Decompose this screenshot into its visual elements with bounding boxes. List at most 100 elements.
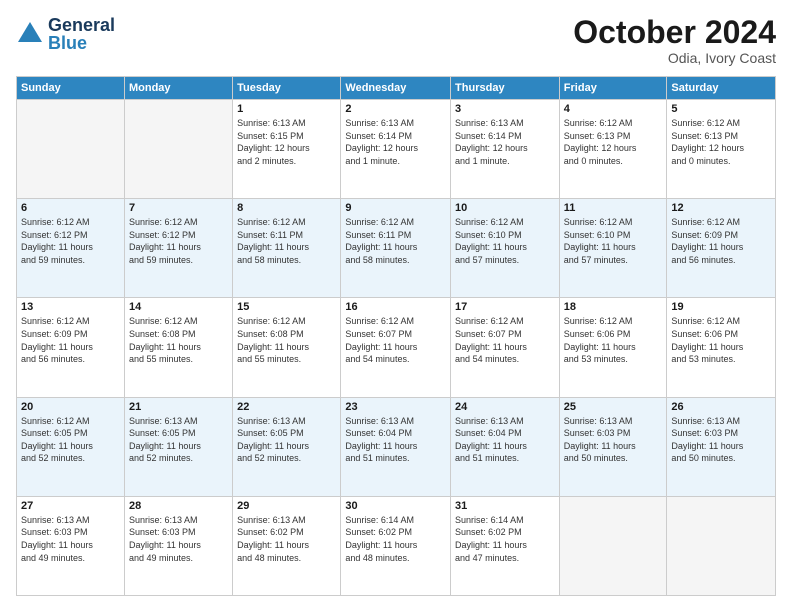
calendar-cell: 11Sunrise: 6:12 AM Sunset: 6:10 PM Dayli… bbox=[559, 199, 667, 298]
calendar-cell: 24Sunrise: 6:13 AM Sunset: 6:04 PM Dayli… bbox=[451, 397, 560, 496]
calendar-week-3: 13 Sunrise: 6:12 AM Sunset: 6:09 PM Dayli… bbox=[17, 298, 776, 397]
logo: General Blue bbox=[16, 16, 115, 53]
day-number: 18 bbox=[564, 301, 663, 313]
day-info: Sunrise: 6:12 AM Sunset: 6:07 PM Dayligh… bbox=[455, 315, 555, 365]
day-number: 23 bbox=[345, 401, 446, 413]
day-number: 20 bbox=[21, 401, 120, 413]
day-info: Sunrise: 6:12 AM Sunset: 6:12 PM Dayligh… bbox=[129, 216, 228, 266]
day-number: 10 bbox=[455, 202, 555, 214]
col-sunday: Sunday bbox=[17, 77, 125, 100]
day-info: Sunrise: 6:12 AM Sunset: 6:08 PM Dayligh… bbox=[237, 315, 336, 365]
day-number: 1 bbox=[237, 103, 336, 115]
calendar-table: Sunday Monday Tuesday Wednesday Thursday… bbox=[16, 76, 776, 596]
logo-general-label: General bbox=[48, 16, 115, 34]
calendar-cell: 13 Sunrise: 6:12 AM Sunset: 6:09 PM Dayli… bbox=[17, 298, 125, 397]
month-title: October 2024 bbox=[573, 16, 776, 48]
day-number: 14 bbox=[129, 301, 228, 313]
day-number: 15 bbox=[237, 301, 336, 313]
calendar-cell: 15 Sunrise: 6:12 AM Sunset: 6:08 PM Dayli… bbox=[233, 298, 341, 397]
calendar-cell bbox=[124, 100, 232, 199]
day-number: 7 bbox=[129, 202, 228, 214]
calendar-cell: 2 Sunrise: 6:13 AM Sunset: 6:14 PM Daylig… bbox=[341, 100, 451, 199]
day-number: 31 bbox=[455, 500, 555, 512]
calendar-cell: 8 Sunrise: 6:12 AM Sunset: 6:11 PM Daylig… bbox=[233, 199, 341, 298]
day-info: Sunrise: 6:12 AM Sunset: 6:09 PM Dayligh… bbox=[21, 315, 120, 365]
calendar-cell: 25 Sunrise: 6:13 AM Sunset: 6:03 PM Dayli… bbox=[559, 397, 667, 496]
day-info: Sunrise: 6:13 AM Sunset: 6:04 PM Dayligh… bbox=[455, 415, 555, 465]
col-tuesday: Tuesday bbox=[233, 77, 341, 100]
calendar-cell: 27 Sunrise: 6:13 AM Sunset: 6:03 PM Dayli… bbox=[17, 496, 125, 595]
calendar-cell: 7 Sunrise: 6:12 AM Sunset: 6:12 PM Daylig… bbox=[124, 199, 232, 298]
day-info: Sunrise: 6:12 AM Sunset: 6:06 PM Dayligh… bbox=[671, 315, 771, 365]
calendar-cell: 6Sunrise: 6:12 AM Sunset: 6:12 PM Daylig… bbox=[17, 199, 125, 298]
logo-arrow-icon bbox=[16, 20, 44, 53]
title-block: October 2024 Odia, Ivory Coast bbox=[573, 16, 776, 66]
day-info: Sunrise: 6:12 AM Sunset: 6:05 PM Dayligh… bbox=[21, 415, 120, 465]
day-number: 19 bbox=[671, 301, 771, 313]
day-info: Sunrise: 6:13 AM Sunset: 6:03 PM Dayligh… bbox=[564, 415, 663, 465]
calendar-cell: 30 Sunrise: 6:14 AM Sunset: 6:02 PM Dayli… bbox=[341, 496, 451, 595]
calendar-cell: 29 Sunrise: 6:13 AM Sunset: 6:02 PM Dayli… bbox=[233, 496, 341, 595]
calendar-cell: 17Sunrise: 6:12 AM Sunset: 6:07 PM Dayli… bbox=[451, 298, 560, 397]
calendar-cell bbox=[559, 496, 667, 595]
calendar-cell: 20 Sunrise: 6:12 AM Sunset: 6:05 PM Dayli… bbox=[17, 397, 125, 496]
col-saturday: Saturday bbox=[667, 77, 776, 100]
calendar-cell: 26 Sunrise: 6:13 AM Sunset: 6:03 PM Dayli… bbox=[667, 397, 776, 496]
calendar-cell: 16Sunrise: 6:12 AM Sunset: 6:07 PM Dayli… bbox=[341, 298, 451, 397]
calendar-week-1: 1 Sunrise: 6:13 AM Sunset: 6:15 PM Daylig… bbox=[17, 100, 776, 199]
day-info: Sunrise: 6:13 AM Sunset: 6:02 PM Dayligh… bbox=[237, 514, 336, 564]
day-info: Sunrise: 6:14 AM Sunset: 6:02 PM Dayligh… bbox=[455, 514, 555, 564]
day-number: 3 bbox=[455, 103, 555, 115]
calendar-body: 1 Sunrise: 6:13 AM Sunset: 6:15 PM Daylig… bbox=[17, 100, 776, 596]
day-number: 26 bbox=[671, 401, 771, 413]
day-number: 4 bbox=[564, 103, 663, 115]
header-row: Sunday Monday Tuesday Wednesday Thursday… bbox=[17, 77, 776, 100]
day-number: 2 bbox=[345, 103, 446, 115]
day-number: 22 bbox=[237, 401, 336, 413]
calendar-cell: 4 Sunrise: 6:12 AM Sunset: 6:13 PM Daylig… bbox=[559, 100, 667, 199]
calendar-cell: 10 Sunrise: 6:12 AM Sunset: 6:10 PM Dayli… bbox=[451, 199, 560, 298]
calendar-cell bbox=[667, 496, 776, 595]
calendar-week-2: 6Sunrise: 6:12 AM Sunset: 6:12 PM Daylig… bbox=[17, 199, 776, 298]
day-number: 8 bbox=[237, 202, 336, 214]
day-info: Sunrise: 6:13 AM Sunset: 6:05 PM Dayligh… bbox=[129, 415, 228, 465]
day-number: 27 bbox=[21, 500, 120, 512]
calendar-cell: 21Sunrise: 6:13 AM Sunset: 6:05 PM Dayli… bbox=[124, 397, 232, 496]
day-info: Sunrise: 6:12 AM Sunset: 6:10 PM Dayligh… bbox=[455, 216, 555, 266]
logo-blue-label: Blue bbox=[48, 34, 115, 52]
col-wednesday: Wednesday bbox=[341, 77, 451, 100]
calendar-cell: 12Sunrise: 6:12 AM Sunset: 6:09 PM Dayli… bbox=[667, 199, 776, 298]
day-info: Sunrise: 6:13 AM Sunset: 6:14 PM Dayligh… bbox=[455, 117, 555, 167]
day-info: Sunrise: 6:14 AM Sunset: 6:02 PM Dayligh… bbox=[345, 514, 446, 564]
calendar-week-5: 27 Sunrise: 6:13 AM Sunset: 6:03 PM Dayli… bbox=[17, 496, 776, 595]
calendar-cell: 19 Sunrise: 6:12 AM Sunset: 6:06 PM Dayli… bbox=[667, 298, 776, 397]
header: General Blue October 2024 Odia, Ivory Co… bbox=[16, 16, 776, 66]
calendar-cell: 5Sunrise: 6:12 AM Sunset: 6:13 PM Daylig… bbox=[667, 100, 776, 199]
day-info: Sunrise: 6:12 AM Sunset: 6:11 PM Dayligh… bbox=[237, 216, 336, 266]
day-info: Sunrise: 6:13 AM Sunset: 6:15 PM Dayligh… bbox=[237, 117, 336, 167]
day-info: Sunrise: 6:12 AM Sunset: 6:10 PM Dayligh… bbox=[564, 216, 663, 266]
col-monday: Monday bbox=[124, 77, 232, 100]
day-number: 25 bbox=[564, 401, 663, 413]
day-info: Sunrise: 6:13 AM Sunset: 6:14 PM Dayligh… bbox=[345, 117, 446, 167]
col-friday: Friday bbox=[559, 77, 667, 100]
calendar-cell: 3 Sunrise: 6:13 AM Sunset: 6:14 PM Daylig… bbox=[451, 100, 560, 199]
calendar-cell: 14Sunrise: 6:12 AM Sunset: 6:08 PM Dayli… bbox=[124, 298, 232, 397]
day-info: Sunrise: 6:12 AM Sunset: 6:13 PM Dayligh… bbox=[564, 117, 663, 167]
calendar-week-4: 20 Sunrise: 6:12 AM Sunset: 6:05 PM Dayli… bbox=[17, 397, 776, 496]
day-number: 5 bbox=[671, 103, 771, 115]
day-info: Sunrise: 6:13 AM Sunset: 6:03 PM Dayligh… bbox=[671, 415, 771, 465]
day-number: 13 bbox=[21, 301, 120, 313]
day-info: Sunrise: 6:13 AM Sunset: 6:03 PM Dayligh… bbox=[21, 514, 120, 564]
calendar-cell: 9Sunrise: 6:12 AM Sunset: 6:11 PM Daylig… bbox=[341, 199, 451, 298]
day-number: 30 bbox=[345, 500, 446, 512]
calendar-cell: 23 Sunrise: 6:13 AM Sunset: 6:04 PM Dayli… bbox=[341, 397, 451, 496]
day-info: Sunrise: 6:13 AM Sunset: 6:04 PM Dayligh… bbox=[345, 415, 446, 465]
calendar-cell: 31 Sunrise: 6:14 AM Sunset: 6:02 PM Dayli… bbox=[451, 496, 560, 595]
day-info: Sunrise: 6:13 AM Sunset: 6:03 PM Dayligh… bbox=[129, 514, 228, 564]
calendar-cell: 28Sunrise: 6:13 AM Sunset: 6:03 PM Dayli… bbox=[124, 496, 232, 595]
day-number: 16 bbox=[345, 301, 446, 313]
day-number: 29 bbox=[237, 500, 336, 512]
day-info: Sunrise: 6:12 AM Sunset: 6:06 PM Dayligh… bbox=[564, 315, 663, 365]
day-number: 12 bbox=[671, 202, 771, 214]
